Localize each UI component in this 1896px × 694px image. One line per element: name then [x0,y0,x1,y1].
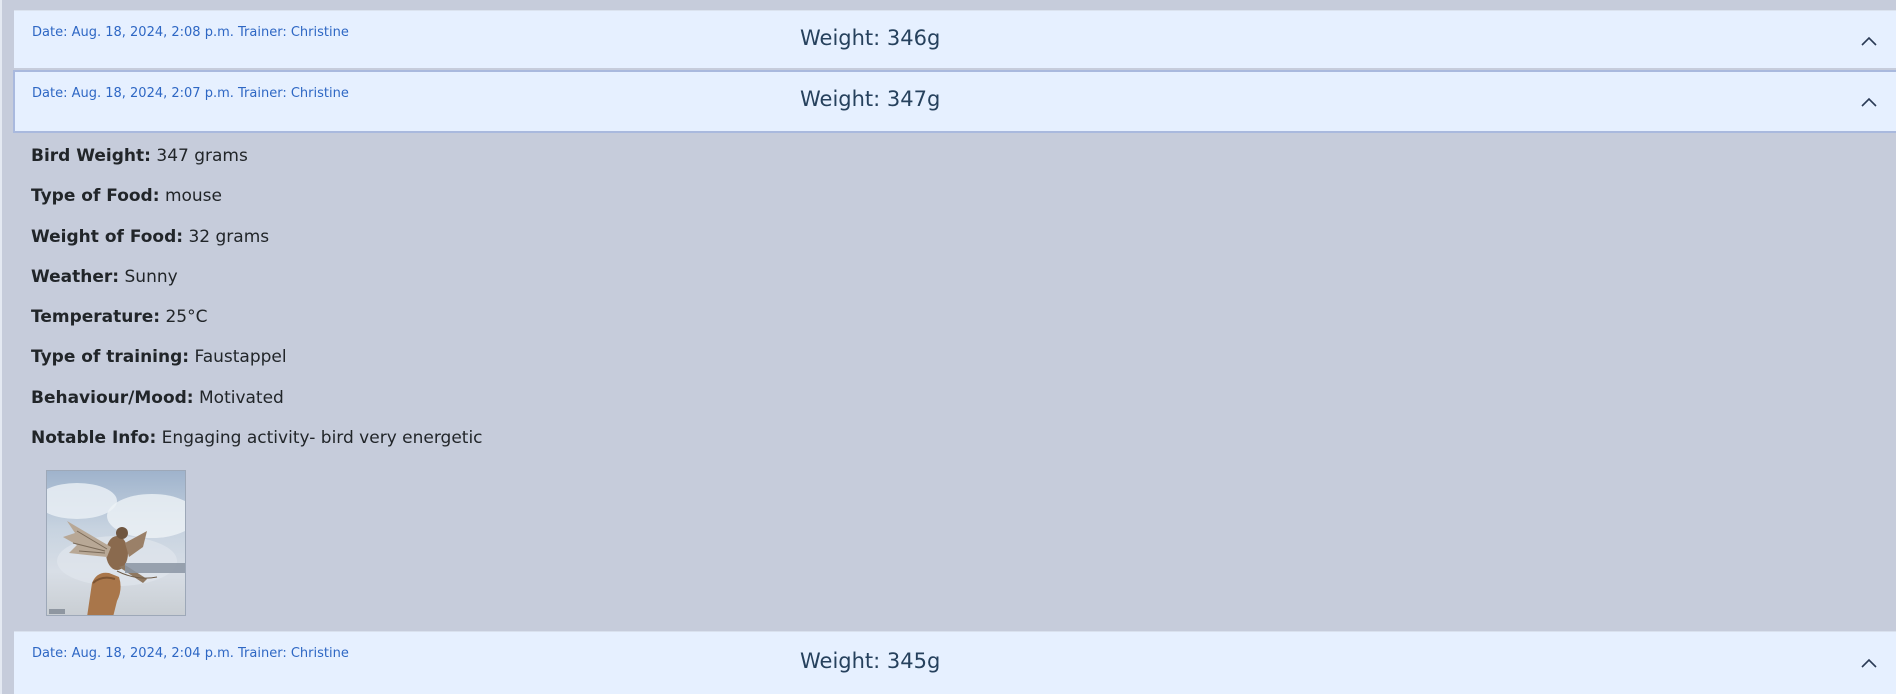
detail-label: Weather: [31,266,120,287]
entry-meta: Date: Aug. 18, 2024, 2:04 p.m. Trainer: … [32,646,349,661]
entry-meta: Date: Aug. 18, 2024, 2:07 p.m. Trainer: … [32,86,349,101]
detail-temperature: Temperature: 25°C [31,307,931,347]
detail-label: Notable Info: [31,428,157,449]
detail-notes: Notable Info: Engaging activity- bird ve… [31,428,931,468]
detail-value: Motivated [199,387,284,408]
detail-value: mouse [164,186,222,207]
detail-label: Type of training: [31,347,190,368]
entry-weight: Weight: 345g [800,649,941,673]
entry-details: Bird Weight: 347 grams Type of Food: mou… [31,146,931,468]
training-log-accordion: Date: Aug. 18, 2024, 2:08 p.m. Trainer: … [0,0,1896,694]
detail-label: Bird Weight: [31,146,151,166]
detail-value: Engaging activity- bird very energetic [161,428,483,449]
entry-weight: Weight: 347g [800,87,941,111]
entry-weight: Weight: 346g [800,26,941,50]
detail-bird-weight: Bird Weight: 347 grams [31,146,931,186]
detail-value: Sunny [124,266,178,287]
detail-weather: Weather: Sunny [31,267,931,307]
detail-mood: Behaviour/Mood: Motivated [31,388,931,428]
detail-value: Faustappel [194,347,287,368]
entry-header-1[interactable]: Date: Aug. 18, 2024, 2:08 p.m. Trainer: … [14,10,1896,68]
detail-food-type: Type of Food: mouse [31,186,931,226]
chevron-up-icon[interactable] [1861,35,1877,47]
chevron-up-icon[interactable] [1861,96,1877,108]
detail-label: Type of Food: [31,186,160,207]
detail-training-type: Type of training: Faustappel [31,347,931,387]
detail-label: Temperature: [31,307,161,328]
entry-meta: Date: Aug. 18, 2024, 2:08 p.m. Trainer: … [32,25,349,40]
detail-value: 32 grams [188,226,270,247]
entry-header-3[interactable]: Date: Aug. 18, 2024, 2:04 p.m. Trainer: … [14,631,1896,694]
bird-photo[interactable] [46,470,186,616]
detail-label: Behaviour/Mood: [31,387,194,408]
detail-value: 347 grams [156,146,248,166]
entry-header-2[interactable]: Date: Aug. 18, 2024, 2:07 p.m. Trainer: … [13,70,1896,133]
detail-label: Weight of Food: [31,226,184,247]
detail-value: 25°C [165,307,208,328]
detail-food-weight: Weight of Food: 32 grams [31,227,931,267]
chevron-up-icon[interactable] [1861,657,1877,669]
